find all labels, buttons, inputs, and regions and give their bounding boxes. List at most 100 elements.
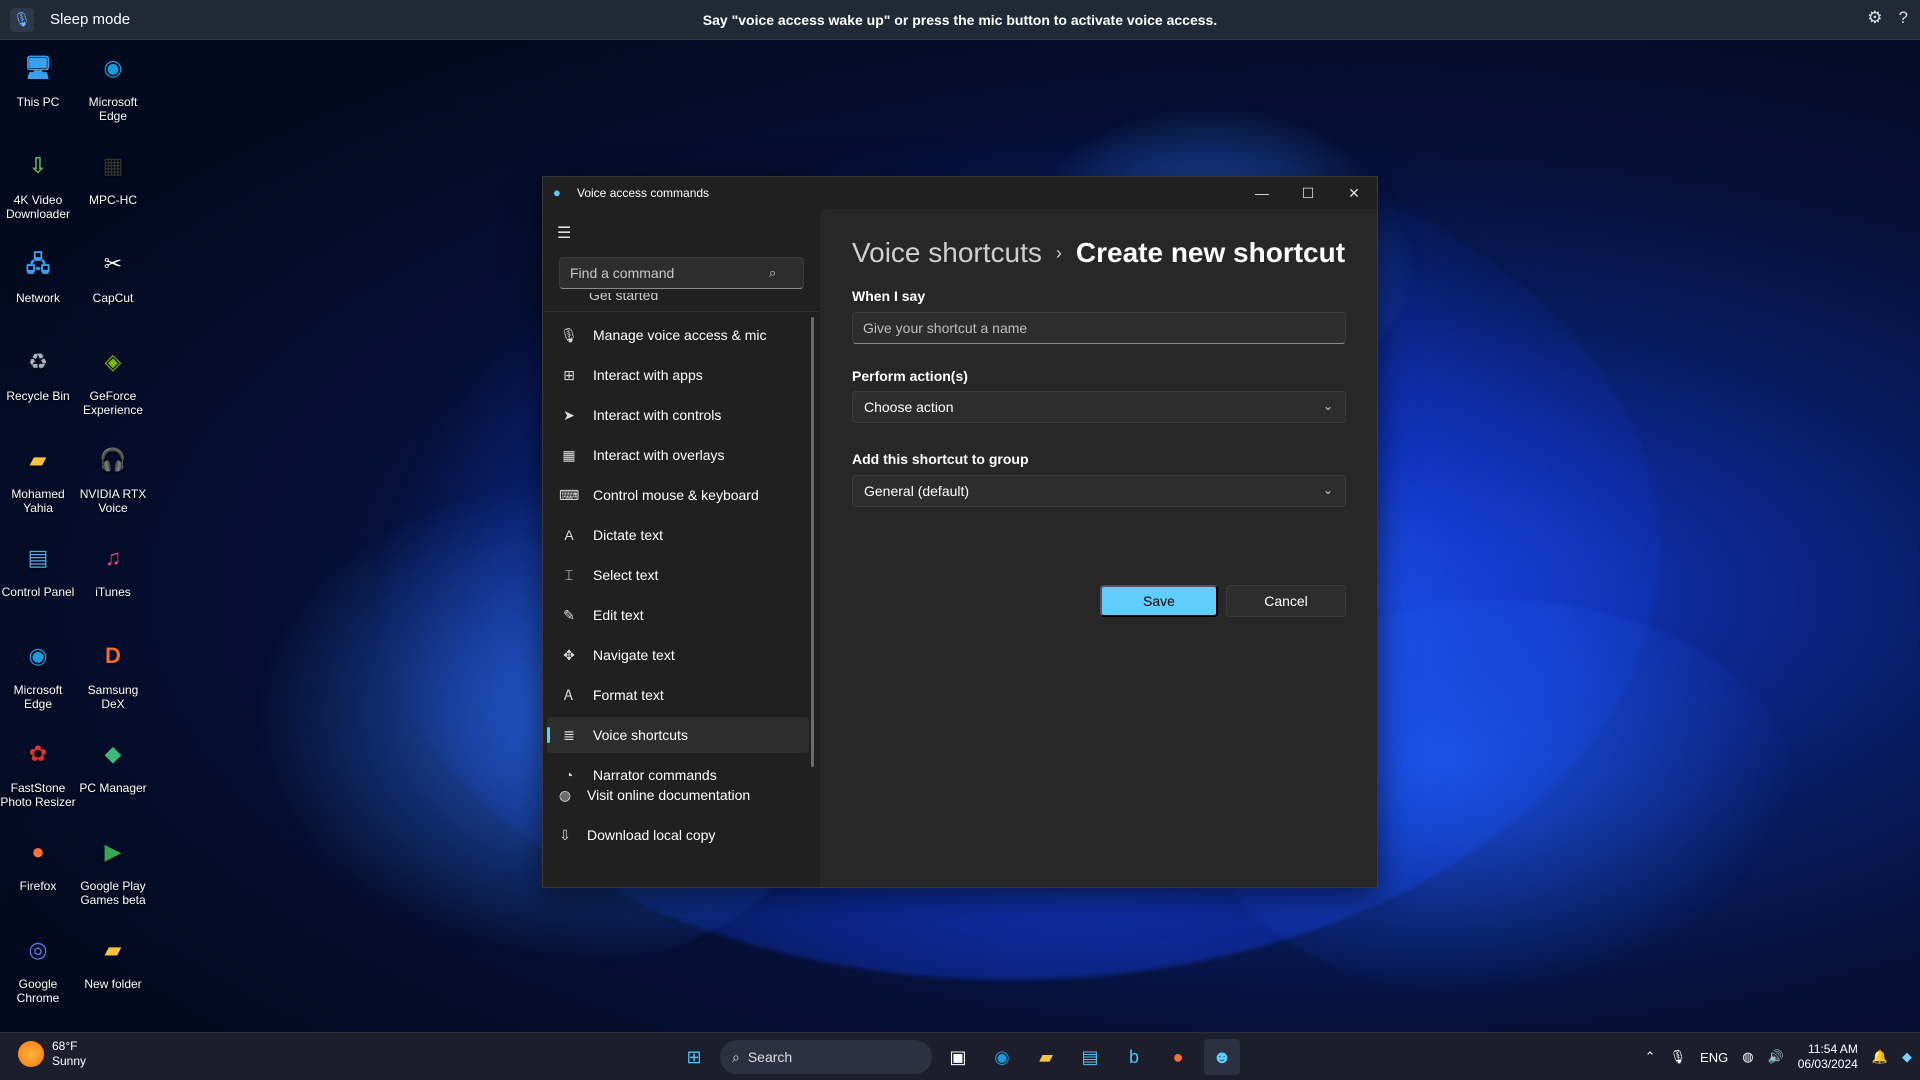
- nav-item[interactable]: ➤ Interact with controls: [547, 397, 809, 433]
- desktop-icon[interactable]: ◈ GeForce Experience: [75, 338, 151, 418]
- desktop-icon[interactable]: 🖧 Network: [0, 240, 76, 306]
- mic-icon: 🎙: [13, 11, 31, 27]
- navigation-pane: ☰ ⌕ Get started 🎙 Manage voice access & m…: [543, 209, 820, 887]
- taskbar-search[interactable]: ⌕ Search: [720, 1040, 932, 1074]
- desktop-icon[interactable]: 🖥 This PC: [0, 44, 76, 110]
- clock[interactable]: 11:54 AM 06/03/2024: [1798, 1042, 1858, 1072]
- minimize-button[interactable]: —: [1239, 177, 1285, 209]
- weather-widget[interactable]: 68°F Sunny: [18, 1039, 86, 1069]
- nav-item[interactable]: A Dictate text: [547, 517, 809, 553]
- firefox-icon[interactable]: ●: [1160, 1039, 1196, 1075]
- desktop-icon[interactable]: ◆ PC Manager: [75, 730, 151, 796]
- action-dropdown[interactable]: Choose action ⌄: [852, 391, 1346, 423]
- nav-item[interactable]: ▦ Interact with overlays: [547, 437, 809, 473]
- chrome-icon: ◎: [28, 937, 48, 962]
- chevron-down-icon: ⌄: [1322, 399, 1333, 413]
- help-icon[interactable]: ?: [1899, 8, 1908, 28]
- task-view-icon[interactable]: ▣: [940, 1039, 976, 1075]
- search-icon[interactable]: ⌕: [769, 265, 776, 281]
- voice-access-app-icon: ●: [553, 185, 561, 200]
- desktop-icon-label: Microsoft Edge: [88, 95, 138, 123]
- hamburger-menu-icon[interactable]: ☰: [557, 223, 571, 243]
- breadcrumb: Voice shortcuts › Create new shortcut: [852, 237, 1345, 269]
- network-icon[interactable]: ◍: [1742, 1049, 1753, 1065]
- close-button[interactable]: ✕: [1331, 177, 1377, 209]
- select-text-icon: ⌶: [564, 566, 574, 583]
- edge-icon[interactable]: ◉: [984, 1039, 1020, 1075]
- firefox-icon: ●: [31, 839, 45, 864]
- desktop-icon[interactable]: ▶ Google Play Games beta: [75, 828, 151, 908]
- nav-item[interactable]: ✥ Navigate text: [547, 637, 809, 673]
- nav-item[interactable]: ⇩ Download local copy: [547, 817, 809, 853]
- play-games-icon: ▶: [104, 839, 122, 864]
- voice-access-commands-window: ● Voice access commands — ☐ ✕ ☰ ⌕ Get st…: [542, 176, 1378, 888]
- nav-item[interactable]: ✎ Edit text: [547, 597, 809, 633]
- breadcrumb-parent[interactable]: Voice shortcuts: [852, 237, 1042, 269]
- nav-item[interactable]: Ꭺ Format text: [547, 677, 809, 713]
- desktop-icon-label: CapCut: [92, 291, 134, 305]
- title-bar: ● Voice access commands — ☐ ✕: [543, 177, 1377, 209]
- desktop-icon-label: 4K Video Downloader: [5, 193, 71, 221]
- voice-access-taskbar-icon[interactable]: ☻: [1204, 1039, 1240, 1075]
- nav-scrollbar[interactable]: [811, 317, 814, 767]
- bing-icon[interactable]: b: [1116, 1039, 1152, 1075]
- nav-item[interactable]: ⌶ Select text: [547, 557, 809, 593]
- language-indicator[interactable]: ENG: [1700, 1050, 1728, 1065]
- folder-icon: ▰: [29, 447, 47, 472]
- store-icon[interactable]: ▤: [1072, 1039, 1108, 1075]
- nav-item-partial[interactable]: Get started: [559, 293, 804, 303]
- system-tray: ⌃ 🎙 ENG ◍ 🔊 11:54 AM 06/03/2024 🔔 ◆: [1645, 1033, 1912, 1080]
- start-button[interactable]: ⊞: [676, 1039, 712, 1075]
- nav-item-label: Navigate text: [593, 647, 675, 663]
- desktop-icon[interactable]: ♫ iTunes: [75, 534, 151, 600]
- desktop-icon[interactable]: ◉ Microsoft Edge: [0, 632, 76, 712]
- chevron-up-icon[interactable]: ⌃: [1645, 1049, 1656, 1065]
- nav-item-label: Select text: [593, 567, 659, 583]
- maximize-button[interactable]: ☐: [1285, 177, 1331, 209]
- navigate-icon: ✥: [563, 646, 575, 663]
- volume-icon[interactable]: 🔊: [1768, 1049, 1784, 1065]
- nav-item[interactable]: ◍ Visit online documentation: [547, 777, 809, 813]
- desktop-icon[interactable]: ▦ MPC-HC: [75, 142, 151, 208]
- desktop-icon-label: Mohamed Yahia: [11, 487, 65, 515]
- desktop-icon[interactable]: ◉ Microsoft Edge: [75, 44, 151, 124]
- mic-button[interactable]: 🎙: [10, 7, 34, 32]
- nav-list: 🎙 Manage voice access & mic ⊞ Interact with…: [547, 317, 809, 797]
- control-panel-icon: ▤: [27, 545, 49, 570]
- desktop-icon[interactable]: ♻ Recycle Bin: [0, 338, 76, 404]
- nav-item[interactable]: ⊞ Interact with apps: [547, 357, 809, 393]
- gear-icon[interactable]: ⚙: [1867, 8, 1882, 28]
- desktop-icon-label: Network: [15, 291, 60, 305]
- desktop-icon[interactable]: ✂ CapCut: [75, 240, 151, 306]
- nav-item[interactable]: ⌨ Control mouse & keyboard: [547, 477, 809, 513]
- cancel-button[interactable]: Cancel: [1226, 585, 1346, 617]
- nav-item[interactable]: 🎙 Manage voice access & mic: [547, 317, 809, 353]
- mic-icon[interactable]: 🎙: [1670, 1049, 1687, 1065]
- desktop-icon[interactable]: ▰ New folder: [75, 926, 151, 992]
- nav-item-label: Interact with controls: [593, 407, 722, 423]
- desktop-icon[interactable]: ● Firefox: [0, 828, 76, 894]
- nav-item-label: Interact with apps: [593, 367, 703, 383]
- nvidia-icon: ◈: [104, 349, 122, 374]
- save-button[interactable]: Save: [1100, 585, 1218, 617]
- group-dropdown[interactable]: General (default) ⌄: [852, 475, 1346, 507]
- file-explorer-icon[interactable]: ▰: [1028, 1039, 1064, 1075]
- folder-icon: ▰: [104, 937, 122, 962]
- photo-resizer-icon: ✿: [28, 741, 48, 766]
- desktop-icon[interactable]: 🎧 NVIDIA RTX Voice: [75, 436, 151, 516]
- search-input[interactable]: [560, 265, 765, 281]
- desktop-icon[interactable]: ◎ Google Chrome: [0, 926, 76, 1006]
- copilot-icon[interactable]: ◆: [1902, 1049, 1912, 1065]
- notification-bell-icon[interactable]: 🔔: [1872, 1049, 1888, 1065]
- desktop-icon[interactable]: ✿ FastStone Photo Resizer: [0, 730, 76, 810]
- clock-time: 11:54 AM: [1808, 1042, 1858, 1056]
- desktop-icon[interactable]: ▤ Control Panel: [0, 534, 76, 600]
- clock-date: 06/03/2024: [1797, 1057, 1858, 1071]
- shortcut-name-input[interactable]: [853, 320, 1345, 336]
- desktop-icon[interactable]: D Samsung DeX: [75, 632, 151, 712]
- desktop-icon[interactable]: ▰ Mohamed Yahia: [0, 436, 76, 516]
- desktop-icon[interactable]: ⇩ 4K Video Downloader: [0, 142, 76, 222]
- shortcut-name-field: [852, 312, 1346, 344]
- nav-item[interactable]: ≣ Voice shortcuts: [547, 717, 809, 753]
- pc-manager-icon: ◆: [104, 741, 122, 766]
